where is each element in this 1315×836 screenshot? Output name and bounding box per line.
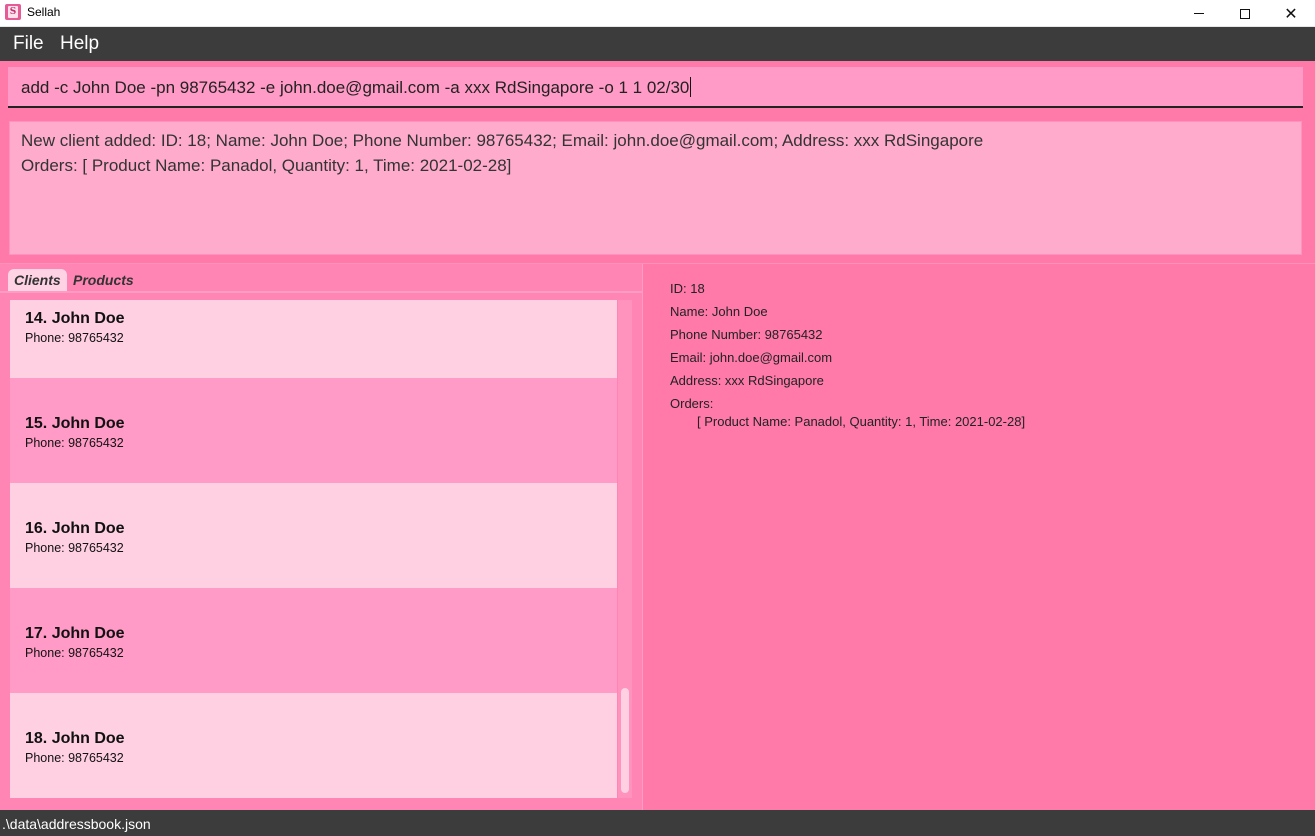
title-bar: S Sellah ✕ — [0, 0, 1315, 27]
client-name: 17. John Doe — [25, 625, 125, 642]
save-location-path: .\data\addressbook.json — [2, 816, 151, 832]
client-name: 18. John Doe — [25, 730, 125, 747]
client-phone: Phone: 98765432 — [25, 646, 124, 660]
detail-id: ID: 18 — [670, 281, 705, 296]
client-phone: Phone: 98765432 — [25, 541, 124, 555]
command-input-text: add -c John Doe -pn 98765432 -e john.doe… — [21, 77, 692, 97]
menu-file[interactable]: File — [13, 33, 44, 55]
maximize-button[interactable] — [1222, 0, 1268, 27]
close-button[interactable]: ✕ — [1268, 0, 1314, 27]
detail-orders-label: Orders: — [670, 396, 714, 411]
text-caret — [690, 77, 692, 97]
client-card-14[interactable]: 14. John Doe Phone: 98765432 — [10, 300, 617, 378]
scrollbar-thumb[interactable] — [621, 688, 629, 793]
tab-products[interactable]: Products — [67, 269, 140, 291]
client-detail-panel: ID: 18 Name: John Doe Phone Number: 9876… — [644, 264, 1315, 810]
detail-phone: Phone Number: 98765432 — [670, 327, 823, 342]
minimize-icon — [1194, 13, 1204, 14]
result-display: New client added: ID: 18; Name: John Doe… — [9, 121, 1302, 255]
window-title: Sellah — [27, 5, 61, 19]
client-card-16[interactable]: 16. John Doe Phone: 98765432 — [10, 483, 617, 588]
detail-name: Name: John Doe — [670, 304, 768, 319]
client-card-17[interactable]: 17. John Doe Phone: 98765432 — [10, 588, 617, 693]
client-name: 14. John Doe — [25, 310, 125, 327]
status-bar: .\data\addressbook.json — [0, 810, 1315, 836]
minimize-button[interactable] — [1176, 0, 1222, 27]
detail-email: Email: john.doe@gmail.com — [670, 350, 833, 365]
close-icon: ✕ — [1284, 3, 1298, 23]
app-icon: S — [5, 4, 21, 20]
client-phone: Phone: 98765432 — [25, 331, 124, 345]
command-input[interactable]: add -c John Doe -pn 98765432 -e john.doe… — [8, 67, 1303, 108]
tab-clients[interactable]: Clients — [8, 269, 67, 291]
menu-help[interactable]: Help — [60, 33, 99, 55]
client-list-scrollbar[interactable] — [618, 300, 632, 798]
detail-order-item: [ Product Name: Panadol, Quantity: 1, Ti… — [697, 414, 1026, 429]
client-phone: Phone: 98765432 — [25, 751, 124, 765]
client-name: 16. John Doe — [25, 520, 125, 537]
menu-bar: File Help — [0, 27, 1315, 61]
result-message-line-1: New client added: ID: 18; Name: John Doe… — [21, 131, 984, 150]
detail-address: Address: xxx RdSingapore — [670, 373, 824, 388]
tab-strip-divider — [0, 291, 643, 293]
client-list[interactable]: 14. John Doe Phone: 98765432 15. John Do… — [10, 300, 617, 798]
maximize-icon — [1240, 8, 1250, 19]
result-message-line-2: Orders: [ Product Name: Panadol, Quantit… — [21, 156, 512, 175]
client-phone: Phone: 98765432 — [25, 436, 124, 450]
client-name: 15. John Doe — [25, 415, 125, 432]
client-card-15[interactable]: 15. John Doe Phone: 98765432 — [10, 378, 617, 483]
client-card-18[interactable]: 18. John Doe Phone: 98765432 — [10, 693, 617, 798]
